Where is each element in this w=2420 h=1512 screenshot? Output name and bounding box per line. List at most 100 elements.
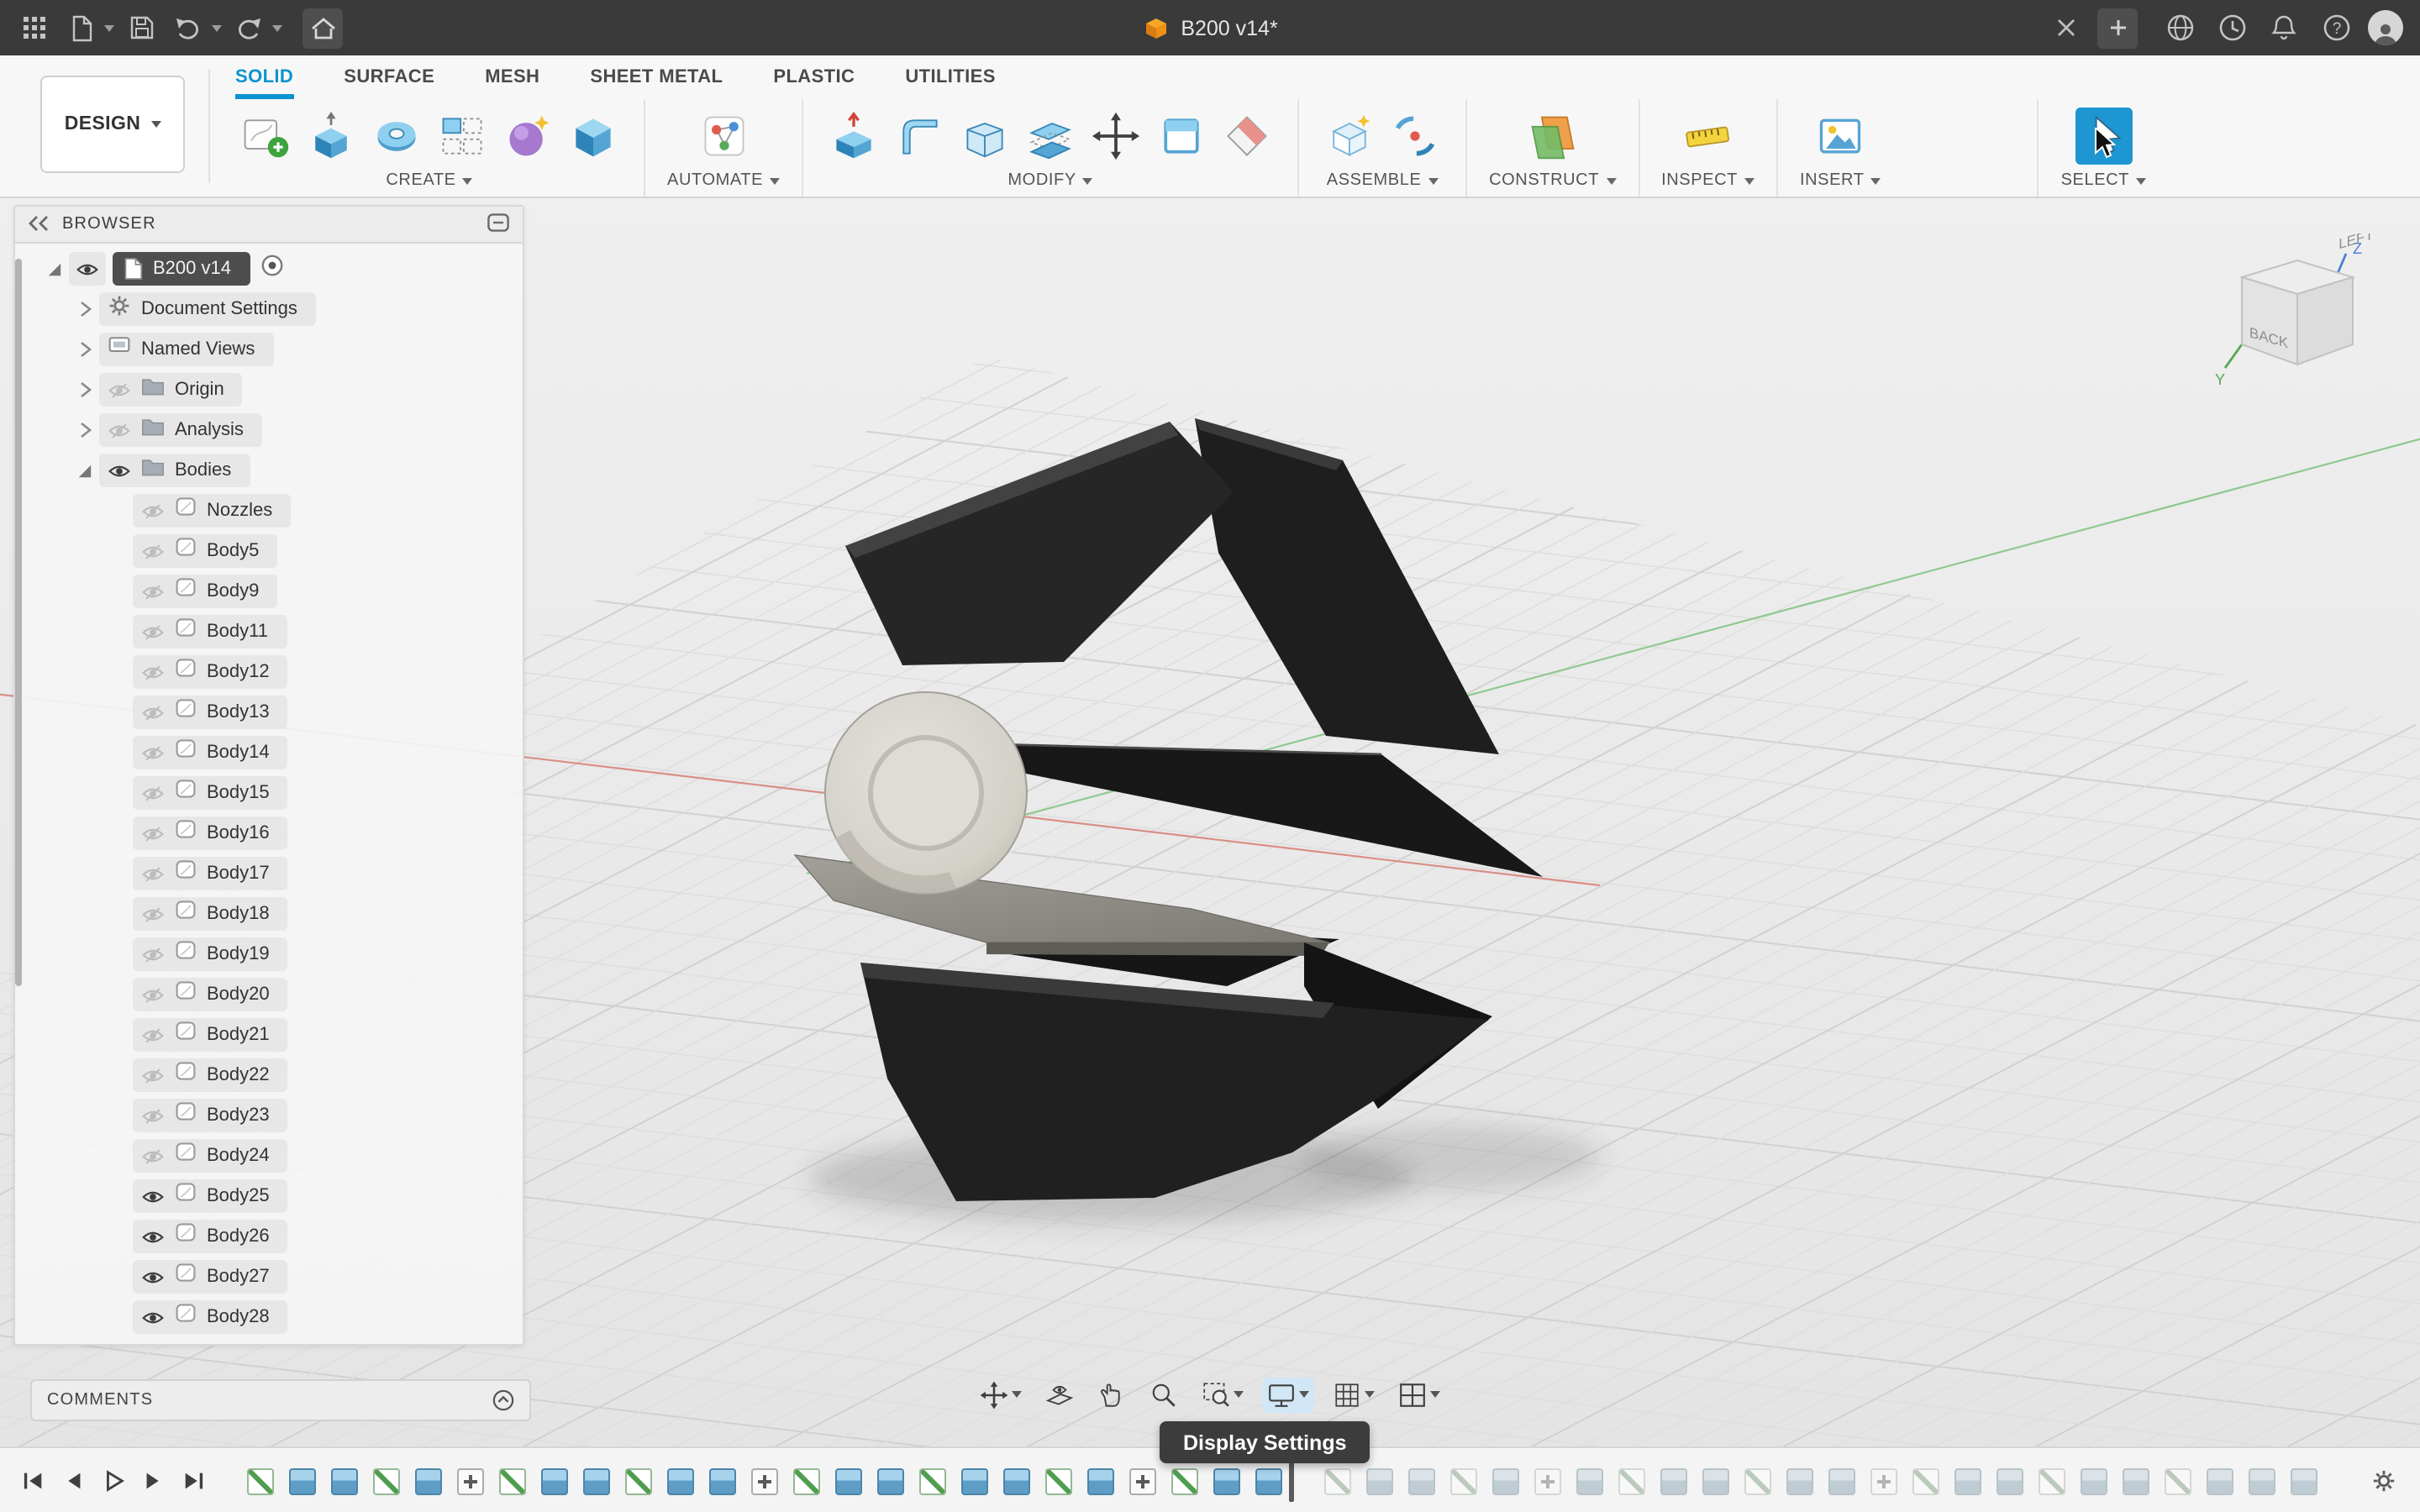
- browser-item-named-views[interactable]: Named Views: [15, 329, 523, 370]
- offset-face-button[interactable]: [1022, 108, 1079, 165]
- browser-item-bodies[interactable]: Bodies: [15, 450, 523, 491]
- visibility-eye-icon[interactable]: [141, 1026, 165, 1044]
- expand-arrow-icon[interactable]: [45, 260, 64, 278]
- notifications-bell-icon[interactable]: [2264, 8, 2304, 48]
- timeline-feature-extrude[interactable]: [289, 1467, 316, 1494]
- fillet-button[interactable]: [891, 108, 948, 165]
- automate-button[interactable]: [695, 108, 752, 165]
- browser-body-row[interactable]: Body15: [15, 773, 523, 813]
- display-settings-button[interactable]: [1262, 1377, 1314, 1412]
- visibility-eye-icon[interactable]: [141, 743, 165, 762]
- visibility-eye-icon[interactable]: [141, 582, 165, 601]
- close-tab-icon[interactable]: [2045, 8, 2086, 48]
- play-button[interactable]: [101, 1468, 126, 1494]
- timeline-feature-extrude[interactable]: [961, 1467, 988, 1494]
- timeline-feature-extrude[interactable]: [1828, 1467, 1855, 1494]
- browser-body-row[interactable]: Body26: [15, 1216, 523, 1257]
- browser-body-row[interactable]: Body14: [15, 732, 523, 773]
- timeline-feature-extrude[interactable]: [1492, 1467, 1519, 1494]
- visibility-eye-icon[interactable]: [141, 1106, 165, 1125]
- timeline-feature-sketch[interactable]: [2165, 1467, 2191, 1494]
- measure-button[interactable]: [1680, 108, 1737, 165]
- browser-body-row[interactable]: Body27: [15, 1257, 523, 1297]
- visibility-eye-icon[interactable]: [141, 1268, 165, 1286]
- timeline-feature-move[interactable]: [457, 1467, 484, 1494]
- redo-button[interactable]: [229, 8, 269, 48]
- avatar[interactable]: [2368, 10, 2403, 45]
- browser-body-row[interactable]: Body22: [15, 1055, 523, 1095]
- revolve-button[interactable]: [368, 108, 425, 165]
- browser-body-row[interactable]: Body5: [15, 531, 523, 571]
- timeline-feature-sketch[interactable]: [1045, 1467, 1072, 1494]
- group-select-menu[interactable]: SELECT: [2061, 171, 2146, 190]
- zoom-button[interactable]: [1144, 1377, 1183, 1412]
- new-tab-button[interactable]: [2097, 8, 2138, 48]
- visibility-eye-icon[interactable]: [141, 663, 165, 681]
- expand-arrow-icon[interactable]: [76, 421, 94, 439]
- expand-arrow-icon[interactable]: [76, 461, 94, 480]
- timeline-feature-move[interactable]: [1870, 1467, 1897, 1494]
- jump-to-end-button[interactable]: [182, 1468, 207, 1494]
- chevron-down-icon[interactable]: [1234, 1391, 1244, 1398]
- browser-body-row[interactable]: Body24: [15, 1136, 523, 1176]
- timeline-feature-extrude[interactable]: [877, 1467, 904, 1494]
- group-insert-menu[interactable]: INSERT: [1800, 171, 1881, 190]
- browser-item-document-settings[interactable]: Document Settings: [15, 289, 523, 329]
- timeline-feature-extrude[interactable]: [1087, 1467, 1114, 1494]
- visibility-eye-icon[interactable]: [141, 501, 165, 520]
- browser-scrollbar[interactable]: [15, 259, 22, 986]
- browser-body-row[interactable]: Body23: [15, 1095, 523, 1136]
- visibility-eye-icon[interactable]: [108, 461, 131, 480]
- apps-grid-icon[interactable]: [13, 8, 54, 48]
- browser-options-icon[interactable]: [487, 209, 509, 239]
- browser-body-row[interactable]: Body13: [15, 692, 523, 732]
- timeline-feature-extrude[interactable]: [1408, 1467, 1435, 1494]
- fit-button[interactable]: [1197, 1377, 1249, 1412]
- jump-to-start-button[interactable]: [20, 1468, 45, 1494]
- timeline-feature-sketch[interactable]: [1618, 1467, 1645, 1494]
- help-icon[interactable]: ?: [2316, 8, 2356, 48]
- step-back-button[interactable]: [60, 1468, 86, 1494]
- group-create-menu[interactable]: CREATE: [386, 171, 473, 190]
- timeline-feature-extrude[interactable]: [583, 1467, 610, 1494]
- browser-body-row[interactable]: Nozzles: [15, 491, 523, 531]
- browser-body-row[interactable]: Body11: [15, 612, 523, 652]
- step-forward-button[interactable]: [141, 1468, 166, 1494]
- visibility-eye-icon[interactable]: [141, 1066, 165, 1084]
- visibility-eye-icon[interactable]: [141, 985, 165, 1004]
- timeline-feature-sketch[interactable]: [373, 1467, 400, 1494]
- tab-plastic[interactable]: PLASTIC: [773, 55, 855, 94]
- timeline-feature-extrude[interactable]: [709, 1467, 736, 1494]
- delete-button[interactable]: [1218, 108, 1276, 165]
- timeline-feature-sketch[interactable]: [2039, 1467, 2065, 1494]
- timeline-feature-extrude[interactable]: [2081, 1467, 2107, 1494]
- move-button[interactable]: [1087, 108, 1144, 165]
- redo-caret-icon[interactable]: [272, 24, 282, 31]
- timeline-feature-extrude[interactable]: [1954, 1467, 1981, 1494]
- home-button[interactable]: [302, 8, 343, 48]
- timeline-feature-extrude[interactable]: [2123, 1467, 2149, 1494]
- browser-body-row[interactable]: Body25: [15, 1176, 523, 1216]
- view-cube[interactable]: Z Y BACK LEFT: [2205, 234, 2390, 393]
- browser-body-row[interactable]: Body9: [15, 571, 523, 612]
- joint-button[interactable]: [1386, 108, 1444, 165]
- timeline-feature-extrude[interactable]: [1213, 1467, 1240, 1494]
- visibility-eye-icon[interactable]: [141, 622, 165, 641]
- timeline-feature-extrude[interactable]: [1366, 1467, 1393, 1494]
- file-menu-button[interactable]: [60, 8, 101, 48]
- activate-radio-icon[interactable]: [261, 253, 285, 285]
- browser-body-row[interactable]: Body20: [15, 974, 523, 1015]
- timeline-feature-extrude[interactable]: [1786, 1467, 1813, 1494]
- browser-item-origin[interactable]: Origin: [15, 370, 523, 410]
- tab-solid[interactable]: SOLID: [235, 55, 294, 99]
- browser-body-row[interactable]: Body17: [15, 853, 523, 894]
- pan-button[interactable]: [1092, 1377, 1131, 1412]
- workspace-switcher[interactable]: DESIGN: [40, 76, 185, 173]
- timeline-feature-sketch[interactable]: [1171, 1467, 1198, 1494]
- timeline-feature-sketch[interactable]: [1450, 1467, 1477, 1494]
- timeline-feature-extrude[interactable]: [1660, 1467, 1687, 1494]
- timeline-feature-extrude[interactable]: [541, 1467, 568, 1494]
- extrude-button[interactable]: [302, 108, 360, 165]
- look-at-button[interactable]: [1040, 1377, 1079, 1412]
- timeline-feature-sketch[interactable]: [1912, 1467, 1939, 1494]
